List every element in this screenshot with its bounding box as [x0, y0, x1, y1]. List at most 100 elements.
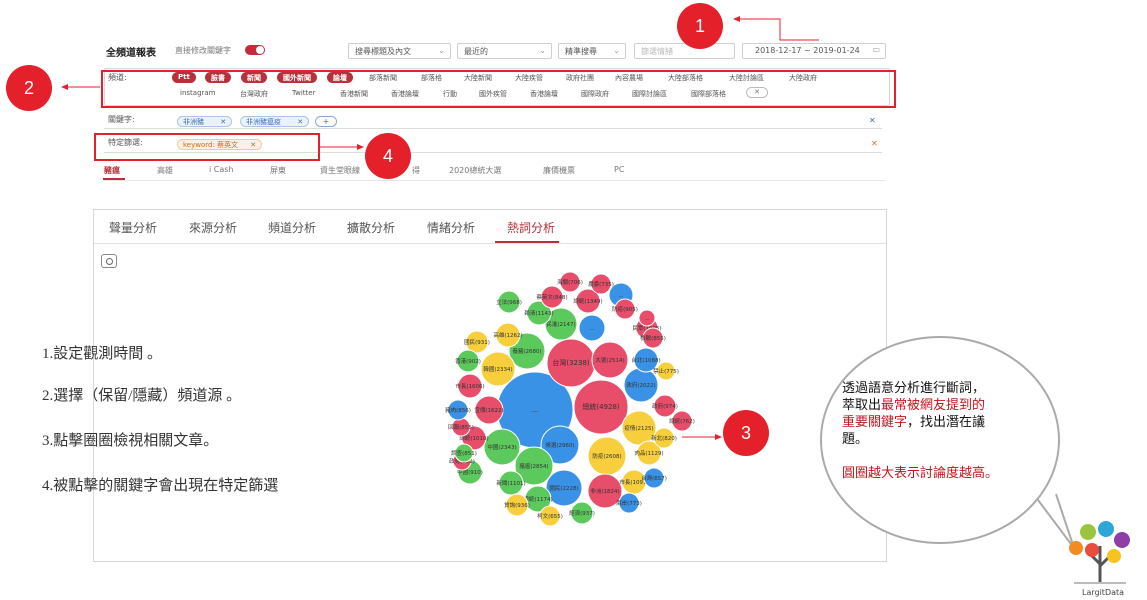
keyword-bubble[interactable]: 總統(4928) [573, 379, 629, 435]
topic-tab[interactable]: 得 [412, 165, 420, 176]
keyword-bubble[interactable]: 韓國(2334) [480, 351, 516, 387]
close-icon[interactable]: ✕ [746, 87, 768, 98]
channel-option[interactable]: 國際政府 [581, 89, 609, 99]
channel-option[interactable]: 台灣政府 [240, 89, 268, 99]
tab-hotword-analysis[interactable]: 熱詞分析 [507, 219, 555, 236]
bubble-line: 重要關鍵字，找出潛在議 [842, 414, 1042, 431]
step-4: 4.被點擊的關鍵字會出現在特定篩選 [42, 478, 279, 494]
topic-tab[interactable]: 屏東 [270, 165, 286, 176]
tab-volume-analysis[interactable]: 聲量分析 [109, 219, 157, 236]
keyword-bubble[interactable]: 經濟(937) [569, 501, 595, 525]
channel-option[interactable]: Twitter [292, 89, 315, 97]
channel-option[interactable]: 大陸疾管 [515, 73, 543, 83]
topic-tab[interactable]: 豬瘟 [104, 165, 120, 176]
chevron-down-icon: ⌄ [539, 46, 546, 55]
analysis-tab-divider [94, 243, 886, 244]
keyword-tag[interactable]: 非洲豬瘟疫 ✕ [240, 116, 310, 127]
filter-tag[interactable]: keyword: 蔡英文 ✕ [177, 139, 263, 150]
channel-option[interactable]: 大陸部落格 [668, 73, 703, 83]
channel-option[interactable]: 行動 [443, 89, 457, 99]
keyword-bubble-label: 養豬(2680) [512, 347, 541, 355]
channel-pill-foreign-news[interactable]: 國外新聞 [277, 72, 317, 83]
channel-option[interactable]: 國際討論區 [632, 89, 667, 99]
toggle-label: 直接修改關鍵字 [175, 46, 231, 55]
channel-option[interactable]: 大陸政府 [789, 73, 817, 83]
keyword-bubble-label: 總統(762) [669, 417, 695, 425]
keyword-bubble[interactable]: 海關(706) [557, 271, 583, 293]
keyword-bubble-label: 兩岸(773) [616, 500, 642, 507]
tab-channel-analysis[interactable]: 頻道分析 [268, 219, 316, 236]
keyword-label: 關鍵字: [108, 115, 135, 124]
sentiment-filter-input[interactable]: 篩選情緒 [634, 43, 735, 59]
keyword-bubble[interactable]: 中國(2343) [483, 428, 521, 466]
add-keyword-button[interactable]: + [315, 116, 337, 127]
keyword-bubble-label: 民進(2147) [546, 320, 575, 328]
channel-pill-news[interactable]: 新聞 [241, 72, 267, 83]
topic-tab[interactable]: 資生堂眼線 [320, 165, 360, 176]
channel-option[interactable]: 國外疾管 [479, 89, 507, 99]
annotation-badge-2: 2 [6, 65, 52, 111]
keyword-bubble-label: 市長(1606) [455, 382, 484, 390]
keyword-bubble[interactable]: 市長(1097) [619, 469, 649, 495]
close-icon[interactable]: ✕ [220, 118, 226, 126]
keyword-bubble[interactable]: 大選(2514) [591, 341, 629, 379]
chevron-down-icon: ⌄ [438, 46, 445, 55]
keyword-bubble[interactable]: 台灣(3238) [546, 338, 596, 388]
date-range-picker[interactable]: 2018-12-17 ~ 2019-01-24 ▭ [742, 43, 886, 59]
close-icon[interactable]: ✕ [297, 118, 303, 126]
channel-option[interactable]: 國際部落格 [691, 89, 726, 99]
topic-tab[interactable]: 廉價機票 [543, 165, 575, 176]
keyword-bubble-label: 防疫(905) [612, 305, 638, 313]
topic-tab[interactable]: 高雄 [157, 165, 173, 176]
keyword-bubble-label: 香港(902) [455, 357, 481, 365]
search-scope-select[interactable]: 搜尋標題及內文 ⌄ [348, 43, 451, 59]
keyword-bubble-label: ... [618, 293, 623, 299]
edit-keyword-toggle[interactable] [245, 45, 265, 55]
annotation-arrow-1 [733, 16, 819, 41]
keyword-tag[interactable]: 非洲豬 ✕ [177, 116, 233, 127]
tab-sentiment-analysis[interactable]: 情緒分析 [427, 219, 475, 236]
clear-keywords-icon[interactable]: ✕ [869, 116, 876, 125]
channel-pill-forum[interactable]: 論壇 [327, 72, 353, 83]
largitdata-logo [1069, 521, 1130, 584]
channel-pill-facebook[interactable]: 臉書 [205, 72, 231, 83]
topic-tab[interactable]: 2020總統大選 [449, 165, 501, 176]
bubble-highlight: 重要關鍵字 [842, 415, 908, 430]
channel-option[interactable]: 大陸討論區 [729, 73, 764, 83]
close-icon[interactable]: ✕ [250, 141, 256, 149]
channel-pill-ptt[interactable]: Ptt [172, 72, 196, 83]
sort-select[interactable]: 最近的 ⌄ [457, 43, 552, 59]
keyword-bubble-label: 柯文(655) [537, 512, 563, 520]
keyword-bubble[interactable]: 防疫(2608) [587, 436, 627, 476]
keyword-bubble[interactable]: ... [578, 314, 606, 342]
channel-option[interactable]: 部落格 [421, 73, 442, 83]
tab-source-analysis[interactable]: 來源分析 [189, 219, 237, 236]
channel-option[interactable]: 香港論壇 [530, 89, 558, 99]
channel-option[interactable]: 內容農場 [615, 73, 643, 83]
keyword-bubble[interactable]: 立法(968) [496, 290, 522, 314]
channel-option[interactable]: 香港新聞 [340, 89, 368, 99]
channel-option[interactable]: 政府社團 [566, 73, 594, 83]
channel-option[interactable]: instagram [180, 89, 216, 97]
keyword-bubble[interactable]: 宣傳(1622) [474, 395, 504, 425]
keyword-bubble[interactable]: ... [638, 309, 656, 327]
topic-tab[interactable]: i Cash [209, 165, 234, 174]
search-mode-select[interactable]: 精準搜尋 ⌄ [558, 43, 626, 59]
hotword-bubble-chart[interactable]: ... 總統(4928) 台灣(3238) 大選(2514) 候選(2960) 豬瘟(28… [420, 270, 700, 540]
keyword-bubble[interactable]: 豬肉(856) [445, 399, 471, 421]
channel-option[interactable]: 香港論壇 [391, 89, 419, 99]
topic-tab[interactable]: PC [614, 165, 624, 174]
annotation-arrow-4 [320, 144, 364, 150]
logo-text: LargitData [1082, 588, 1125, 597]
camera-icon[interactable] [101, 254, 117, 268]
tab-diffusion-analysis[interactable]: 擴散分析 [347, 219, 395, 236]
clear-filter-icon[interactable]: ✕ [871, 139, 878, 148]
step-2: 2.選擇（保留/隱藏）頻道源 。 [42, 388, 242, 404]
keyword-bubble-label: 韓國(2334) [483, 365, 512, 373]
channel-option[interactable]: 大陸新聞 [464, 73, 492, 83]
keyword-bubble[interactable]: 市長(1606) [455, 373, 485, 399]
channel-option[interactable]: 部落新聞 [369, 73, 397, 83]
bubble-line: 萃取出最常被網友提到的 [842, 397, 1042, 414]
tab-divider [103, 180, 885, 181]
keyword-bubble[interactable]: 政府(974) [652, 394, 678, 418]
